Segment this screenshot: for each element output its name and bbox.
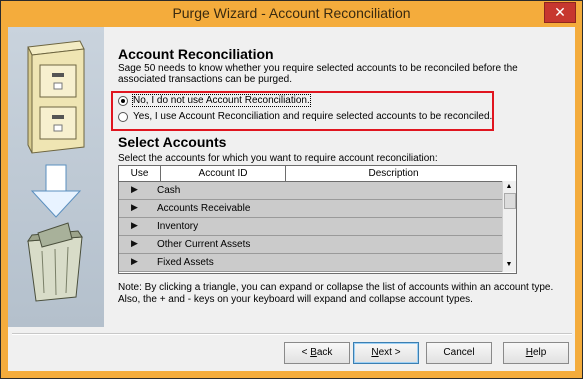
select-accounts-heading: Select Accounts xyxy=(118,134,227,150)
back-rest: ack xyxy=(316,347,333,358)
scroll-thumb[interactable] xyxy=(504,193,516,209)
back-mnemonic: B xyxy=(310,347,317,358)
button-separator xyxy=(12,333,572,335)
title-bar: Purge Wizard - Account Reconciliation ✕ xyxy=(1,1,582,27)
close-button[interactable]: ✕ xyxy=(544,2,576,23)
radio-no-label: No, I do not use Account Reconciliation. xyxy=(132,94,311,107)
wizard-window: Purge Wizard - Account Reconciliation ✕ xyxy=(0,0,583,379)
account-type-row[interactable]: ▶ Other Current Assets xyxy=(119,236,502,254)
wizard-body: Account Reconciliation Sage 50 needs to … xyxy=(8,27,575,371)
account-type-label: Accounts Receivable xyxy=(157,203,251,214)
column-header-description[interactable]: Description xyxy=(286,166,501,181)
back-button[interactable]: < Back xyxy=(284,342,350,364)
expand-triangle-icon[interactable]: ▶ xyxy=(131,184,138,195)
account-type-label: Fixed Assets xyxy=(157,257,214,268)
account-type-row[interactable]: ▶ Inventory xyxy=(119,218,502,236)
select-accounts-instruction: Select the accounts for which you want t… xyxy=(118,153,438,164)
account-type-label: Cash xyxy=(157,185,181,196)
help-button[interactable]: Help xyxy=(503,342,569,364)
expand-triangle-icon[interactable]: ▶ xyxy=(131,202,138,213)
scroll-up-icon[interactable]: ▲ xyxy=(504,182,514,192)
next-button[interactable]: Next > xyxy=(353,342,419,364)
window-title: Purge Wizard - Account Reconciliation xyxy=(172,5,411,21)
radio-yes-reconciliation[interactable]: Yes, I use Account Reconciliation and re… xyxy=(118,111,492,122)
account-type-row[interactable]: ▶ Accounts Receivable xyxy=(119,200,502,218)
radio-no-reconciliation[interactable]: No, I do not use Account Reconciliation. xyxy=(118,94,311,107)
grid-header: Use Account ID Description xyxy=(119,166,502,182)
radio-unselected-indicator[interactable] xyxy=(118,111,128,122)
back-prefix: < xyxy=(301,347,311,358)
expand-triangle-icon[interactable]: ▶ xyxy=(131,220,138,231)
account-type-label: Other Current Assets xyxy=(157,239,251,250)
account-type-label: Inventory xyxy=(157,221,199,232)
column-header-account-id[interactable]: Account ID xyxy=(161,166,286,181)
column-header-use[interactable]: Use xyxy=(119,166,161,181)
accounts-grid: Use Account ID Description ▶ Cash ▶ Acco… xyxy=(118,165,517,274)
next-mnemonic: N xyxy=(371,347,379,358)
cancel-button[interactable]: Cancel xyxy=(426,342,492,364)
filing-cabinet-icon xyxy=(27,40,85,154)
account-type-row[interactable]: ▶ Fixed Assets xyxy=(119,254,502,272)
account-type-row[interactable]: ▶ Cash xyxy=(119,182,502,200)
wizard-side-panel xyxy=(8,27,104,327)
help-rest: elp xyxy=(532,347,547,358)
scroll-down-icon[interactable]: ▼ xyxy=(504,260,514,270)
radio-selected-indicator[interactable] xyxy=(118,95,128,106)
help-mnemonic: H xyxy=(525,347,533,358)
note-text: Note: By clicking a triangle, you can ex… xyxy=(118,282,554,305)
account-reconciliation-heading: Account Reconciliation xyxy=(118,46,274,62)
reconciliation-description: Sage 50 needs to know whether you requir… xyxy=(118,63,518,85)
trash-can-icon xyxy=(27,222,83,302)
radio-yes-label: Yes, I use Account Reconciliation and re… xyxy=(133,111,493,122)
next-rest: ext > xyxy=(378,347,401,358)
vertical-scrollbar[interactable]: ▲ ▼ xyxy=(502,181,516,272)
expand-triangle-icon[interactable]: ▶ xyxy=(131,238,138,249)
down-arrow-icon xyxy=(30,164,82,218)
expand-triangle-icon[interactable]: ▶ xyxy=(131,256,138,267)
